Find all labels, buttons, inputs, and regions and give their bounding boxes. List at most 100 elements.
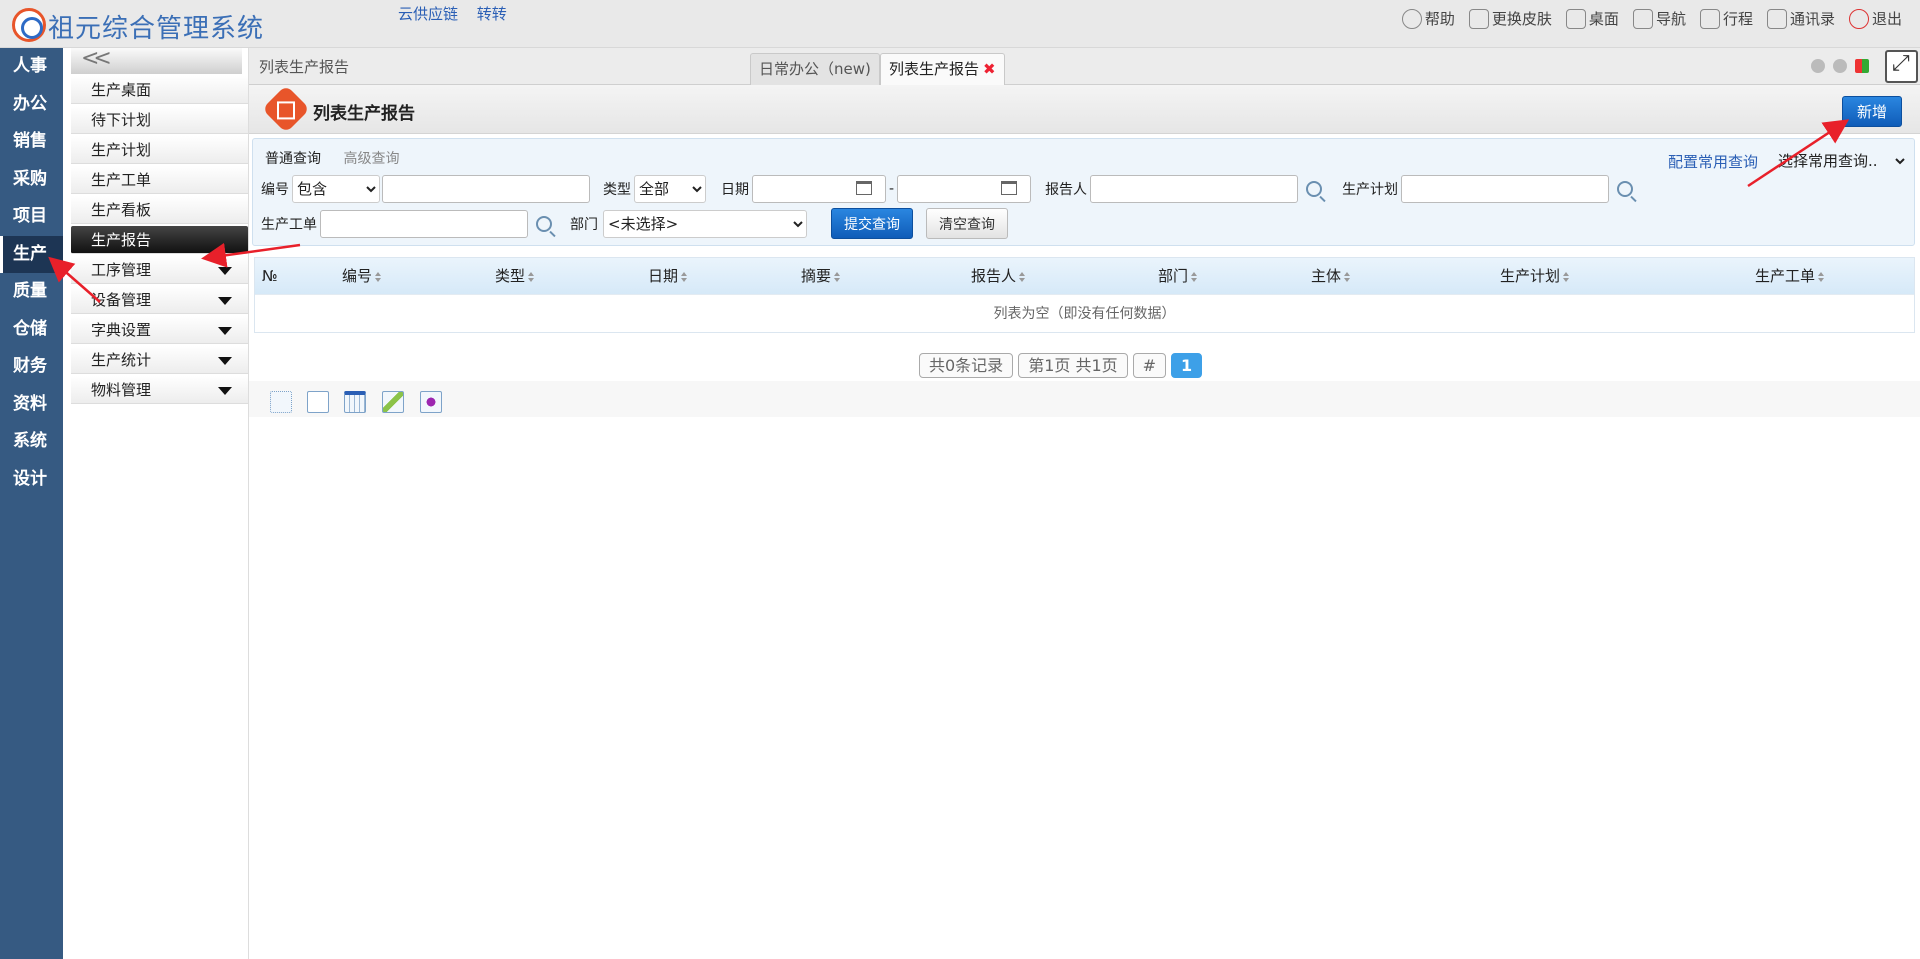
close-tab-icon[interactable]: ✖ [983, 60, 996, 78]
module-nav-finance[interactable]: 财务 [0, 348, 63, 386]
contacts-icon [1766, 8, 1787, 29]
saved-query-select[interactable]: 选择常用查询.. [1774, 147, 1908, 175]
sub-nav-item-equipment-mgmt[interactable]: 设备管理 [71, 286, 248, 314]
column-header-code[interactable]: 编号 [335, 258, 488, 294]
calendar-icon[interactable] [1001, 181, 1018, 195]
table-icon[interactable] [344, 391, 366, 413]
column-header-entity[interactable]: 主体 [1304, 258, 1493, 294]
top-nav-schedule[interactable]: 行程 [1699, 8, 1753, 29]
clear-query-button[interactable]: 清空查询 [926, 208, 1008, 239]
sort-icon[interactable] [834, 271, 841, 282]
order-input[interactable] [320, 209, 528, 238]
column-label: 生产工单 [1755, 267, 1816, 285]
dept-select[interactable]: <未选择> [603, 209, 807, 238]
collapse-sidebar-button[interactable]: << [71, 48, 242, 74]
module-nav-warehouse[interactable]: 仓储 [0, 311, 63, 349]
module-nav-hr[interactable]: 人事 [0, 48, 63, 86]
top-nav-skin[interactable]: 更换皮肤 [1468, 8, 1552, 29]
order-label: 生产工单 [261, 216, 317, 233]
sort-icon[interactable] [528, 271, 535, 282]
sub-nav-item-production-report[interactable]: 生产报告 [71, 226, 248, 254]
calendar-icon[interactable] [856, 181, 872, 195]
top-nav-label: 帮助 [1424, 10, 1455, 28]
sort-icon[interactable] [1344, 271, 1351, 282]
top-nav-desktop[interactable]: 桌面 [1565, 8, 1619, 29]
module-nav-design[interactable]: 设计 [0, 461, 63, 499]
module-nav-quality[interactable]: 质量 [0, 273, 63, 311]
home-icon [1565, 8, 1586, 29]
column-label: 类型 [495, 267, 526, 285]
top-link-cloud-supply[interactable]: 云供应链 [398, 5, 458, 23]
grid-dotted-icon[interactable] [270, 391, 292, 413]
sub-nav-item-work-order[interactable]: 生产工单 [71, 166, 248, 194]
sort-icon[interactable] [1563, 271, 1570, 282]
reporter-search-icon[interactable] [1306, 181, 1323, 197]
column-header-summary[interactable]: 摘要 [794, 258, 964, 294]
type-select[interactable]: 全部 [634, 175, 706, 203]
top-link-zhuanzhuan[interactable]: 转转 [477, 5, 507, 23]
new-button[interactable]: 新增 [1842, 96, 1902, 127]
module-nav-project[interactable]: 项目 [0, 198, 63, 236]
column-header-order[interactable]: 生产工单 [1748, 258, 1908, 294]
plan-search-icon[interactable] [1617, 181, 1634, 197]
pager-jump-button[interactable]: # [1132, 353, 1167, 378]
module-nav-purchase[interactable]: 采购 [0, 161, 63, 199]
fullscreen-button[interactable] [1885, 50, 1918, 83]
sub-nav-item-pending-plan[interactable]: 待下计划 [71, 106, 248, 134]
reporter-label: 报告人 [1045, 182, 1088, 198]
config-query-link[interactable]: 配置常用查询 [1668, 151, 1758, 172]
top-nav-label: 桌面 [1588, 10, 1619, 28]
tab-advanced-query[interactable]: 高级查询 [343, 151, 399, 167]
tab-daily-office[interactable]: 日常办公（new) [750, 53, 880, 85]
top-nav-contacts[interactable]: 通讯录 [1766, 8, 1835, 29]
sub-nav-item-kanban[interactable]: 生产看板 [71, 196, 248, 224]
module-nav-sales[interactable]: 销售 [0, 123, 63, 161]
tab-production-report[interactable]: 列表生产报告 ✖ [880, 53, 1005, 85]
column-header-dept[interactable]: 部门 [1151, 258, 1304, 294]
top-nav-help[interactable]: 帮助 [1401, 8, 1455, 29]
reporter-input[interactable] [1090, 175, 1299, 203]
sub-nav-item-material-mgmt[interactable]: 物料管理 [71, 376, 248, 404]
sub-nav-item-process-mgmt[interactable]: 工序管理 [71, 256, 248, 284]
edit-icon[interactable] [382, 391, 404, 413]
sub-nav-item-production-plan[interactable]: 生产计划 [71, 136, 248, 164]
tab-menu-icon[interactable] [1855, 59, 1869, 73]
document-icon[interactable] [307, 391, 329, 413]
plan-input[interactable] [1401, 175, 1610, 203]
query-row-1: 编号 包含 类型 全部 日期 - 报告人 生产计划 [261, 175, 1634, 203]
expand-arrow-icon [218, 267, 232, 275]
column-header-index[interactable]: № [255, 258, 335, 294]
top-nav-navigation[interactable]: 导航 [1632, 8, 1686, 29]
sort-icon[interactable] [1019, 271, 1026, 282]
tab-normal-query[interactable]: 普通查询 [265, 151, 321, 167]
query-tabs: 普通查询 高级查询 [265, 148, 417, 168]
column-header-reporter[interactable]: 报告人 [964, 258, 1151, 294]
sort-icon[interactable] [1818, 271, 1825, 282]
sub-nav-item-statistics[interactable]: 生产统计 [71, 346, 248, 374]
pager-current-page[interactable]: 1 [1171, 353, 1203, 378]
puzzle-icon[interactable] [420, 391, 442, 413]
sub-nav-item-production-desktop[interactable]: 生产桌面 [71, 76, 248, 104]
pager-pages: 第1页 共1页 [1018, 353, 1128, 378]
column-label: 日期 [648, 267, 679, 285]
submit-query-button[interactable]: 提交查询 [831, 208, 913, 239]
code-input[interactable] [382, 175, 590, 203]
column-header-plan[interactable]: 生产计划 [1493, 258, 1748, 294]
module-nav-production[interactable]: 生产 [0, 235, 63, 273]
column-header-date[interactable]: 日期 [641, 258, 794, 294]
sort-icon[interactable] [681, 271, 688, 282]
module-nav-data[interactable]: 资料 [0, 386, 63, 424]
column-header-type[interactable]: 类型 [488, 258, 641, 294]
tab-scroll-right-icon[interactable] [1833, 59, 1847, 73]
sub-nav-item-dictionary[interactable]: 字典设置 [71, 316, 248, 344]
app-logo-icon [12, 8, 46, 42]
column-label: 部门 [1158, 267, 1189, 285]
top-nav-logout[interactable]: 退出 [1848, 8, 1902, 29]
tab-scroll-left-icon[interactable] [1811, 59, 1825, 73]
code-operator-select[interactable]: 包含 [292, 175, 380, 203]
sort-icon[interactable] [1191, 271, 1198, 282]
sort-icon[interactable] [375, 271, 382, 282]
module-nav-system[interactable]: 系统 [0, 423, 63, 461]
module-nav-office[interactable]: 办公 [0, 86, 63, 124]
order-search-icon[interactable] [536, 215, 552, 232]
